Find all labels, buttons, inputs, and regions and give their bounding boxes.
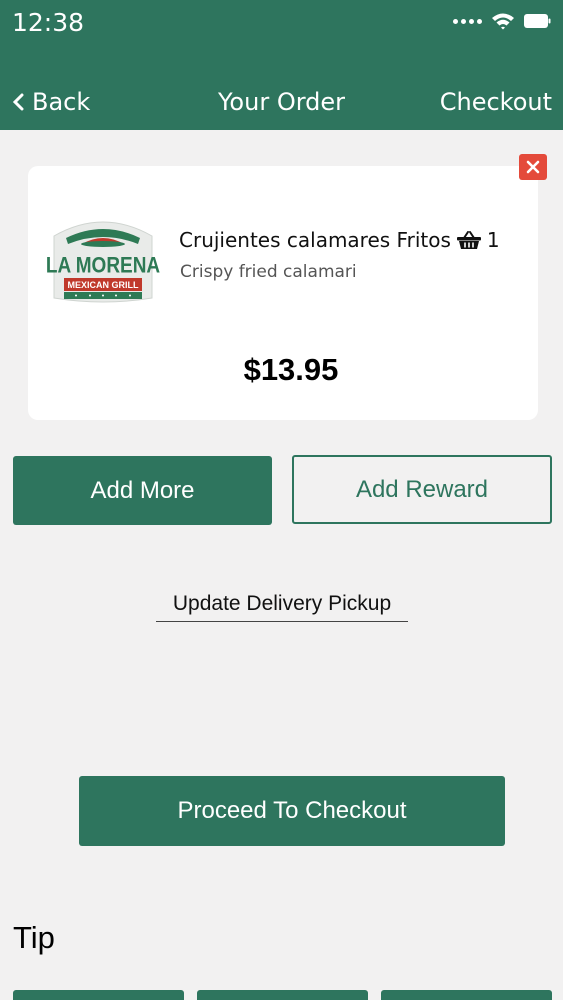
order-item-card: LA MORENA MEXICAN GRILL Crujientes calam… bbox=[28, 166, 538, 420]
item-description: Crispy fried calamari bbox=[180, 262, 357, 282]
chevron-left-icon bbox=[12, 93, 24, 111]
tip-option-button[interactable] bbox=[13, 990, 184, 1000]
item-name: Crujientes calamares Fritos bbox=[179, 228, 451, 252]
checkout-nav-button[interactable]: Checkout bbox=[440, 88, 552, 116]
tip-heading: Tip bbox=[13, 920, 55, 955]
wifi-icon bbox=[492, 13, 514, 30]
item-name-row: Crujientes calamares Fritos 1 bbox=[179, 228, 500, 252]
update-delivery-pickup-link[interactable]: Update Delivery Pickup bbox=[156, 592, 408, 622]
battery-icon bbox=[524, 14, 551, 28]
tip-option-button[interactable] bbox=[197, 990, 368, 1000]
item-quantity: 1 bbox=[486, 228, 500, 252]
header: 12:38 Back Your Order Checkout bbox=[0, 0, 563, 130]
back-button[interactable]: Back bbox=[12, 88, 90, 116]
add-reward-button[interactable]: Add Reward bbox=[292, 455, 552, 524]
logo-title: LA MORENA bbox=[46, 253, 161, 278]
restaurant-logo: LA MORENA MEXICAN GRILL bbox=[46, 221, 161, 303]
close-icon bbox=[526, 160, 540, 174]
signal-dots-icon bbox=[453, 18, 482, 24]
item-price: $13.95 bbox=[243, 352, 339, 387]
add-more-button[interactable]: Add More bbox=[13, 456, 272, 525]
basket-icon bbox=[456, 231, 481, 249]
tip-option-button[interactable] bbox=[381, 990, 552, 1000]
logo-subtitle: MEXICAN GRILL bbox=[68, 280, 140, 290]
remove-item-button[interactable] bbox=[519, 154, 547, 180]
back-label: Back bbox=[32, 88, 91, 116]
status-icons bbox=[453, 12, 551, 30]
status-time: 12:38 bbox=[12, 8, 85, 37]
proceed-to-checkout-button[interactable]: Proceed To Checkout bbox=[79, 776, 505, 846]
